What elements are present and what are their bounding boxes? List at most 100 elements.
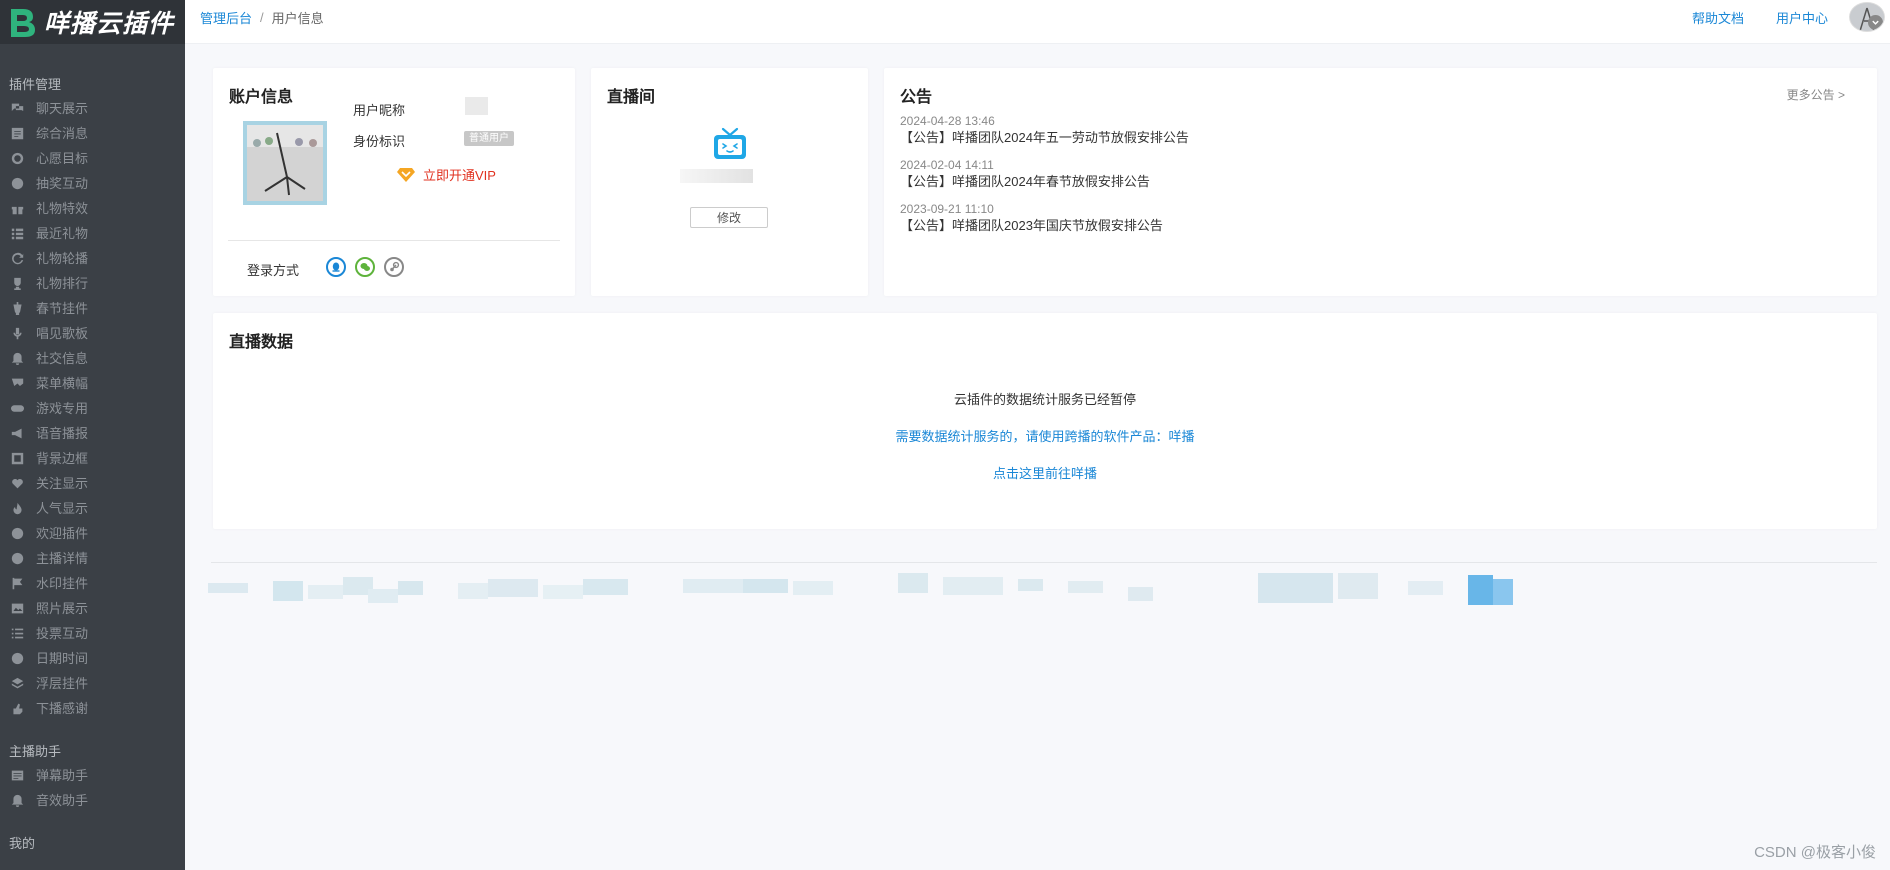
sidebar-item[interactable]: 背景边框 [0, 446, 185, 471]
qq-icon[interactable] [326, 257, 346, 277]
sidebar-item[interactable]: 人气显示 [0, 496, 185, 521]
sidebar-item[interactable]: 菜单横幅 [0, 371, 185, 396]
sidebar-item[interactable]: 礼物特效 [0, 196, 185, 221]
sidebar-item-label: 社交信息 [36, 351, 89, 366]
sidebar-item-label: 春节挂件 [36, 301, 89, 316]
sidebar-item-label: 下播感谢 [36, 701, 89, 716]
chevron-down-icon [1868, 15, 1883, 30]
sidebar-section-title: 插件管理 [9, 77, 62, 92]
sidebar-item[interactable]: 投票互动 [0, 621, 185, 646]
sidebar-item[interactable]: 日期时间 [0, 646, 185, 671]
sidebar-item[interactable]: 照片展示 [0, 596, 185, 621]
notice-list: 2024-04-28 13:46 【公告】咩播团队2024年五一劳动节放假安排公… [900, 113, 1189, 245]
list-item: 2024-02-04 14:11 【公告】咩播团队2024年春节放假安排公告 [900, 157, 1189, 191]
lantern-icon [10, 302, 24, 316]
image-icon [10, 602, 24, 616]
sidebar-item[interactable]: 语音播报 [0, 421, 185, 446]
sidebar-item[interactable]: 水印挂件 [0, 571, 185, 596]
sidebar-item[interactable]: 弹幕助手 [0, 763, 185, 788]
sidebar-item[interactable]: 下播感谢 [0, 696, 185, 721]
heart-icon [10, 477, 24, 491]
user-center-link[interactable]: 用户中心 [1776, 8, 1828, 27]
sidebar-item[interactable]: 综合消息 [0, 121, 185, 146]
sidebar-item[interactable]: 唱见歌板 [0, 321, 185, 346]
blurred-footer [208, 573, 1513, 605]
sidebar-item-label: 人气显示 [36, 501, 89, 516]
sidebar-item[interactable]: 礼物轮播 [0, 246, 185, 271]
sidebar-item[interactable]: 主播详情 [0, 546, 185, 571]
nickname-label: 用户昵称 [353, 103, 406, 118]
chat-icon [10, 102, 24, 116]
avatar-image [247, 125, 323, 201]
trophy-icon [10, 277, 24, 291]
info-icon [10, 552, 24, 566]
account-avatar[interactable] [243, 121, 327, 205]
sidebar-item[interactable]: 抽奖互动 [0, 171, 185, 196]
target-icon [10, 152, 24, 166]
microphone-icon [10, 327, 24, 341]
vote-list-icon [10, 627, 24, 641]
sidebar-item-label: 背景边框 [36, 451, 89, 466]
sidebar-item-label: 浮层挂件 [36, 676, 89, 691]
live-room-name [680, 169, 753, 183]
account-info-card: 账户信息 用户昵称 身份标识 普通用户 立即开通VIP 登录方式 [213, 68, 575, 296]
list-icon [10, 227, 24, 241]
footer-divider [211, 562, 1877, 563]
live-room-card: 直播间 修改 [591, 68, 868, 296]
danmaku-icon [10, 769, 24, 783]
sidebar-item-label: 礼物轮播 [36, 251, 89, 266]
open-vip-link[interactable]: 立即开通VIP [396, 164, 496, 184]
user-avatar[interactable] [1849, 2, 1885, 32]
sidebar-item[interactable]: 春节挂件 [0, 296, 185, 321]
sidebar-item[interactable]: 最近礼物 [0, 221, 185, 246]
notice-date: 2023-09-21 11:10 [900, 202, 994, 216]
sidebar: 咩播云插件 插件管理聊天展示综合消息 心愿目标 抽奖互动 礼物特效 最近礼物礼物轮播礼物… [0, 0, 185, 870]
fire-icon [10, 502, 24, 516]
notice-date: 2024-04-28 13:46 [900, 114, 995, 128]
notice-link[interactable]: 【公告】咩播团队2024年五一劳动节放假安排公告 [900, 129, 1189, 147]
login-method-label: 登录方式 [247, 263, 300, 278]
vip-diamond-icon [397, 168, 415, 182]
wechat-icon[interactable] [355, 257, 375, 277]
more-notices-link[interactable]: 更多公告 > [1787, 86, 1845, 103]
sidebar-item-label: 游戏专用 [36, 401, 89, 416]
sidebar-section-title: 我的 [9, 836, 36, 851]
sidebar-item[interactable]: 欢迎插件 [0, 521, 185, 546]
breadcrumb-root-link[interactable]: 管理后台 [200, 8, 252, 27]
go-to-mieobo-link[interactable]: 点击这里前往咩播 [213, 463, 1877, 482]
sidebar-item[interactable]: 游戏专用 [0, 396, 185, 421]
service-paused-text: 云插件的数据统计服务已经暂停 [953, 392, 1136, 407]
sidebar-item[interactable]: 关注显示 [0, 471, 185, 496]
sidebar-item[interactable]: 社交信息 [0, 346, 185, 371]
sidebar-item[interactable]: 心愿目标 [0, 146, 185, 171]
live-data-title: 直播数据 [229, 334, 294, 351]
nickname-value [465, 97, 488, 115]
hand-icon [10, 702, 24, 716]
bell-icon [10, 352, 24, 366]
message-icon [10, 127, 24, 141]
notice-link[interactable]: 【公告】咩播团队2024年春节放假安排公告 [900, 173, 1189, 191]
sidebar-item-label: 音效助手 [36, 793, 89, 808]
banner-icon [10, 377, 24, 391]
edit-button[interactable]: 修改 [690, 207, 768, 228]
steam-icon[interactable] [384, 257, 404, 277]
list-item: 2023-09-21 11:10 【公告】咩播团队2023年国庆节放假安排公告 [900, 201, 1189, 235]
sidebar-item-label: 聊天展示 [36, 101, 89, 116]
sidebar-item-label: 投票互动 [36, 626, 89, 641]
logo[interactable]: 咩播云插件 [0, 0, 185, 44]
notice-link[interactable]: 【公告】咩播团队2023年国庆节放假安排公告 [900, 217, 1189, 235]
sidebar-item[interactable]: 浮层挂件 [0, 671, 185, 696]
sidebar-item[interactable]: 音效助手 [0, 788, 185, 813]
divider [228, 240, 560, 241]
service-note-text: 需要数据统计服务的，请使用跨播的软件产品：咩播 [895, 429, 1195, 444]
sidebar-item-label: 照片展示 [36, 601, 89, 616]
flag-icon [10, 577, 24, 591]
help-docs-link[interactable]: 帮助文档 [1692, 8, 1744, 27]
smile-icon [10, 527, 24, 541]
sidebar-section-title: 主播助手 [9, 744, 62, 759]
notice-date: 2024-02-04 14:11 [900, 158, 994, 172]
frame-icon [10, 452, 24, 466]
sidebar-item[interactable]: 礼物排行 [0, 271, 185, 296]
sidebar-item[interactable]: 聊天展示 [0, 96, 185, 121]
sidebar-item-label: 日期时间 [36, 651, 89, 666]
